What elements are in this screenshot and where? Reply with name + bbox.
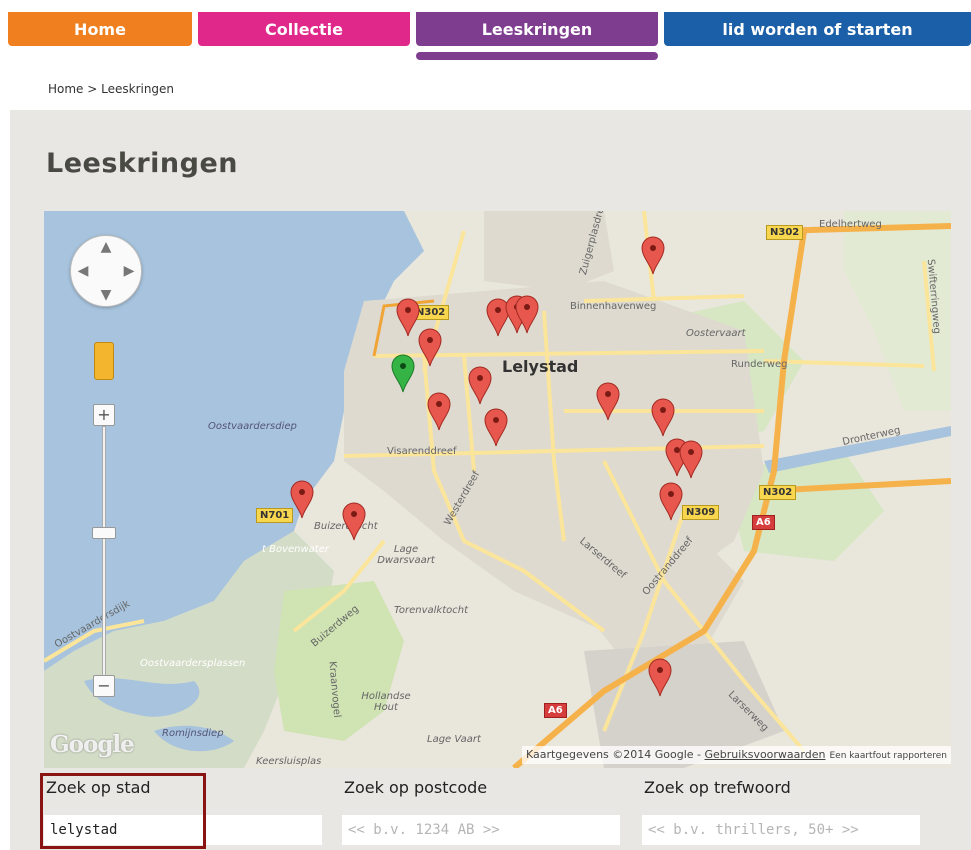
- zoom-in-button[interactable]: +: [93, 404, 115, 426]
- report-map-error-link[interactable]: Een kaartfout rapporteren: [829, 751, 947, 761]
- map-marker[interactable]: [467, 365, 493, 405]
- active-tab-indicator: [416, 52, 658, 60]
- map-label-visarenddreef: Visarenddreef: [387, 446, 457, 457]
- zoom-out-button[interactable]: −: [93, 675, 115, 697]
- terms-link[interactable]: Gebruiksvoorwaarden: [705, 748, 826, 761]
- map-marker[interactable]: [289, 479, 315, 519]
- map-marker[interactable]: [514, 294, 540, 334]
- breadcrumb-area: Home > Leeskringen: [0, 62, 971, 110]
- nav-tab-leeskringen[interactable]: Leeskringen: [416, 12, 658, 46]
- map-label-runderweg: Runderweg: [731, 359, 788, 370]
- map-attribution: Kaartgegevens ©2014 Google - Gebruiksvoo…: [521, 746, 951, 764]
- map-label-oostvaardersdiep: Oostvaardersdiep: [208, 421, 297, 432]
- map-label-bovenwater: t Bovenwater: [262, 544, 329, 555]
- google-logo: Google: [50, 731, 135, 758]
- road-badge-a6-bottom: A6: [544, 703, 567, 718]
- map-label-romijnsdiep: Romijnsdiep: [162, 728, 224, 739]
- pan-down-icon[interactable]: ▼: [99, 288, 113, 302]
- map-marker[interactable]: [426, 391, 452, 431]
- map[interactable]: Binnenhavenweg Oostervaart Runderweg Oos…: [44, 211, 951, 768]
- map-label-binnenhavenweg: Binnenhavenweg: [570, 301, 657, 312]
- street-view-pegman-icon[interactable]: [94, 342, 114, 380]
- main-navigation: Home Collectie Leeskringen lid worden of…: [0, 0, 971, 62]
- pan-left-icon[interactable]: ◀: [76, 264, 90, 278]
- map-label-keersluisplas: Keersluisplas: [256, 756, 322, 767]
- road-badge-a6-right: A6: [752, 515, 775, 530]
- map-marker[interactable]: [647, 657, 673, 697]
- map-label-lage-dwarsvaart: Lage Dwarsvaart: [377, 544, 435, 566]
- search-keyword-label: Zoek op trefwoord: [644, 778, 791, 797]
- map-marker[interactable]: [678, 439, 704, 479]
- map-label-hollandse-hout: Hollandse Hout: [361, 691, 411, 713]
- pan-up-icon[interactable]: ▲: [99, 240, 113, 254]
- map-pan-control[interactable]: ▲ ◀ ▶ ▼: [70, 235, 142, 307]
- map-marker[interactable]: [658, 481, 684, 521]
- map-label-oostervaart: Oostervaart: [686, 328, 746, 339]
- road-badge-n701: N701: [256, 508, 294, 523]
- road-badge-n309: N309: [682, 505, 720, 520]
- map-label-city: Lelystad: [502, 357, 579, 376]
- search-city-input[interactable]: [44, 815, 322, 845]
- map-label-oostvaardersplassen: Oostvaardersplassen: [140, 658, 246, 669]
- map-marker[interactable]: [650, 397, 676, 437]
- map-marker[interactable]: [595, 381, 621, 421]
- road-badge-n302-right: N302: [759, 485, 797, 500]
- map-marker[interactable]: [483, 407, 509, 447]
- zoom-slider-track[interactable]: [102, 426, 106, 686]
- road-badge-n302-top: N302: [766, 225, 804, 240]
- map-marker[interactable]: [341, 501, 367, 541]
- content-area: Leeskringen Binnenhavenweg Oostervaart R…: [10, 110, 971, 850]
- nav-tab-home[interactable]: Home: [8, 12, 192, 46]
- search-postcode-label: Zoek op postcode: [344, 778, 488, 797]
- zoom-slider-handle[interactable]: [92, 527, 116, 539]
- map-marker[interactable]: [640, 235, 666, 275]
- search-postcode-input[interactable]: [342, 815, 620, 845]
- breadcrumb[interactable]: Home > Leeskringen: [48, 82, 174, 96]
- map-label-lage-vaart: Lage Vaart: [427, 734, 481, 745]
- pan-right-icon[interactable]: ▶: [122, 264, 136, 278]
- attribution-text: Kaartgegevens ©2014 Google -: [525, 748, 705, 761]
- map-label-torenvalktocht: Torenvalktocht: [394, 605, 469, 616]
- nav-tab-collectie[interactable]: Collectie: [198, 12, 410, 46]
- map-marker[interactable]: [417, 327, 443, 367]
- map-background: [44, 211, 951, 768]
- page-title: Leeskringen: [46, 148, 239, 179]
- map-marker-selected[interactable]: [390, 353, 416, 393]
- search-city-label: Zoek op stad: [46, 778, 151, 797]
- map-label-edelhertweg: Edelhertweg: [819, 219, 882, 230]
- nav-tab-lid-worden[interactable]: lid worden of starten: [664, 12, 971, 46]
- search-keyword-input[interactable]: [642, 815, 920, 845]
